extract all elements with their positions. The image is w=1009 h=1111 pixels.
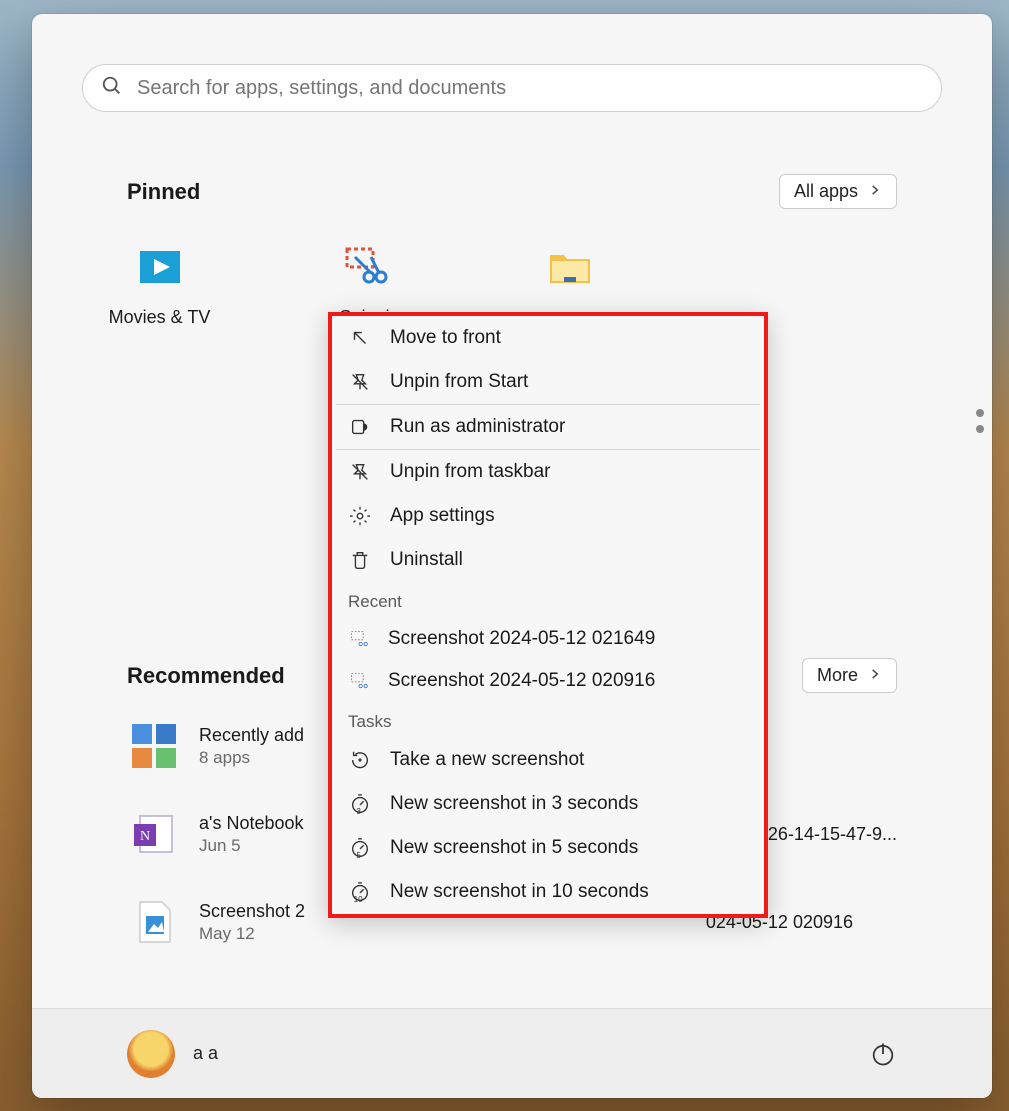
chevron-right-icon <box>868 181 882 202</box>
more-label: More <box>817 665 858 686</box>
ctx-label: Run as administrator <box>390 416 565 438</box>
timer-5-icon: 5 <box>348 836 372 860</box>
movies-tv-icon <box>136 243 184 291</box>
all-apps-label: All apps <box>794 181 858 202</box>
svg-text:3: 3 <box>356 807 361 815</box>
search-icon <box>101 75 123 102</box>
pinned-header: Pinned All apps <box>32 174 992 209</box>
all-apps-button[interactable]: All apps <box>779 174 897 209</box>
trash-icon <box>348 548 372 572</box>
unpin-icon <box>348 460 372 484</box>
svg-text:N: N <box>140 829 150 844</box>
apps-grid-icon <box>127 719 181 773</box>
gear-icon <box>348 504 372 528</box>
ctx-tasks-header: Tasks <box>332 702 764 738</box>
page-indicator[interactable] <box>976 409 984 433</box>
ctx-recent-item[interactable]: Screenshot 2024-05-12 021649 <box>332 618 764 660</box>
search-wrap <box>32 14 992 112</box>
timer-3-icon: 3 <box>348 792 372 816</box>
ctx-task-snip-5s[interactable]: 5 New screenshot in 5 seconds <box>332 826 764 870</box>
ctx-label: Unpin from Start <box>390 371 528 393</box>
shield-icon <box>348 415 372 439</box>
pinned-app-label: Movies & TV <box>109 307 211 328</box>
recommended-title: Recommended <box>127 663 285 689</box>
arrow-upleft-icon <box>348 326 372 350</box>
start-footer: a a <box>32 1008 992 1098</box>
pinned-title: Pinned <box>127 179 200 205</box>
rec-title: Recently add <box>199 725 304 746</box>
search-input[interactable] <box>137 77 923 100</box>
snipping-tool-icon <box>341 243 389 291</box>
file-explorer-icon <box>546 243 594 291</box>
pinned-app-movies-tv[interactable]: Movies & TV <box>102 243 217 328</box>
ctx-recent-item[interactable]: Screenshot 2024-05-12 020916 <box>332 660 764 702</box>
ctx-label: Unpin from taskbar <box>390 461 551 483</box>
avatar-icon <box>127 1030 175 1078</box>
chevron-right-icon <box>868 665 882 686</box>
ctx-label: New screenshot in 3 seconds <box>390 793 638 815</box>
ctx-task-new-snip[interactable]: Take a new screenshot <box>332 738 764 782</box>
timer-10-icon: 10 <box>348 880 372 904</box>
svg-text:10: 10 <box>354 895 364 903</box>
ctx-label: New screenshot in 10 seconds <box>390 881 649 903</box>
ctx-label: Move to front <box>390 327 501 349</box>
rec-sub: May 12 <box>199 924 305 944</box>
ctx-label: Screenshot 2024-05-12 021649 <box>388 628 655 650</box>
username-label: a a <box>193 1043 218 1064</box>
ctx-task-snip-10s[interactable]: 10 New screenshot in 10 seconds <box>332 870 764 914</box>
rec-sub: 8 apps <box>199 748 304 768</box>
ctx-recent-header: Recent <box>332 582 764 618</box>
ctx-label: Screenshot 2024-05-12 020916 <box>388 670 655 692</box>
ctx-unpin-taskbar[interactable]: Unpin from taskbar <box>332 450 764 494</box>
power-button[interactable] <box>869 1040 897 1068</box>
ctx-move-to-front[interactable]: Move to front <box>332 316 764 360</box>
onenote-icon: N <box>127 807 181 861</box>
start-menu: Pinned All apps Movies & TV <box>32 14 992 1098</box>
ctx-task-snip-3s[interactable]: 3 New screenshot in 3 seconds <box>332 782 764 826</box>
svg-text:5: 5 <box>356 851 361 859</box>
ctx-label: New screenshot in 5 seconds <box>390 837 638 859</box>
snip-icon <box>348 748 372 772</box>
ctx-label: Take a new screenshot <box>390 749 584 771</box>
ctx-run-admin[interactable]: Run as administrator <box>332 405 764 449</box>
dot-icon <box>976 409 984 417</box>
rec-title: a's Notebook <box>199 813 304 834</box>
more-button[interactable]: More <box>802 658 897 693</box>
rec-title: Screenshot 2 <box>199 901 305 922</box>
snip-file-icon <box>348 670 370 692</box>
pinned-grid: Movies & TV Snippi <box>32 209 992 328</box>
ctx-label: App settings <box>390 505 495 527</box>
ctx-unpin-start[interactable]: Unpin from Start <box>332 360 764 404</box>
user-account-button[interactable]: a a <box>127 1030 218 1078</box>
ctx-label: Uninstall <box>390 549 463 571</box>
dot-icon <box>976 425 984 433</box>
unpin-icon <box>348 370 372 394</box>
rec-sub: Jun 5 <box>199 836 304 856</box>
snip-file-icon <box>348 628 370 650</box>
ctx-uninstall[interactable]: Uninstall <box>332 538 764 582</box>
search-box[interactable] <box>82 64 942 112</box>
image-file-icon <box>127 895 181 949</box>
ctx-app-settings[interactable]: App settings <box>332 494 764 538</box>
context-menu: Move to front Unpin from Start Run as ad… <box>328 312 768 918</box>
